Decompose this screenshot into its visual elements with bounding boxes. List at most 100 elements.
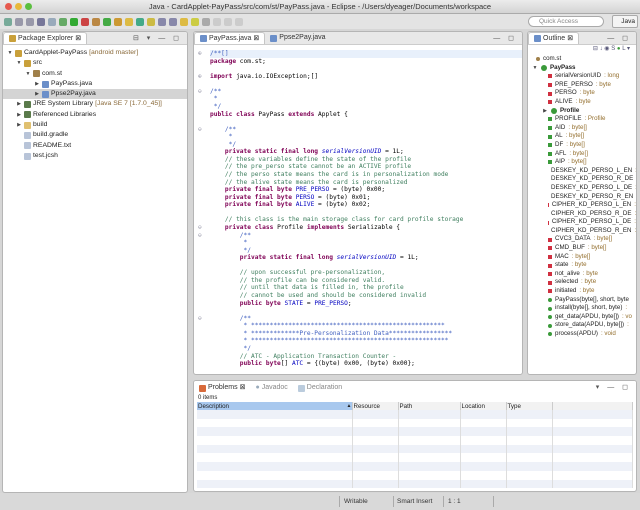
outline-item[interactable]: DESKEY_KD_PERSO_R_DE : [532,175,636,184]
outline-item[interactable]: DESKEY_KD_PERSO_L_EN : [532,167,636,176]
toolbar-button-icon[interactable] [224,17,232,26]
sort-icon[interactable]: ↓ [600,46,603,52]
outline-item[interactable]: AID : byte[] [532,124,636,133]
hide-nonpublic-icon[interactable]: ● [617,46,621,52]
toolbar-button-icon[interactable] [125,17,133,26]
outline-item[interactable]: PERSO : byte [532,89,636,98]
tab-package-explorer[interactable]: Package Explorer ⊠ [3,32,88,45]
expand-toggle-icon[interactable]: ▼ [25,69,31,79]
column-resource[interactable]: Resource [352,402,399,410]
outline-item[interactable]: CMD_BUF : byte[] [532,244,636,253]
tab-problems[interactable]: Problems ⊠ [194,382,251,394]
tab-paypass-java[interactable]: PayPass.java ⊠ [194,32,266,44]
expand-toggle-icon[interactable]: ▶ [16,120,22,130]
outline-item[interactable]: CIPHER_KD_PERSO_L_DE : [532,218,636,227]
expand-toggle-icon[interactable]: ▼ [7,48,13,58]
tree-item[interactable]: ▶ build [3,120,187,130]
outline-item[interactable]: process(APDU) : void [532,330,636,339]
outline-item[interactable]: not_alive : byte [532,270,636,279]
close-tab-icon[interactable]: ⊠ [567,33,573,45]
outline-item[interactable]: AL : byte[] [532,132,636,141]
toolbar-button-icon[interactable] [147,17,155,26]
java-perspective-button[interactable]: Java [612,15,638,28]
toolbar-button-icon[interactable] [92,17,100,26]
outline-item[interactable]: CIPHER_KD_PERSO_R_DE : [532,210,636,219]
fold-toggle-icon[interactable]: ⊖ [198,88,202,96]
outline-item[interactable]: DESKEY_KD_PERSO_R_EN : [532,193,636,202]
toolbar-button-icon[interactable] [114,17,122,26]
tree-item[interactable]: ▼ com.st [3,69,187,79]
toolbar-button-icon[interactable] [70,17,78,26]
outline-item[interactable]: ALIVE : byte [532,98,636,107]
toolbar-button-icon[interactable] [191,17,199,26]
outline-item[interactable]: CIPHER_KD_PERSO_L_EN : [532,201,636,210]
toolbar-button-icon[interactable] [158,17,166,26]
column-type[interactable]: Type [506,402,553,410]
view-controls[interactable]: ⊟ ▾ — ◻ [133,34,182,42]
tree-item[interactable]: ▼ CardApplet-PayPass [android master] [3,48,187,58]
toolbar-button-icon[interactable] [59,17,67,26]
toolbar-button-icon[interactable] [26,17,34,26]
column-description[interactable]: Description ▲ [197,402,353,410]
view-controls[interactable]: — ◻ [493,34,517,42]
toolbar-button-icon[interactable] [81,17,89,26]
expand-toggle-icon[interactable]: ▶ [16,110,22,120]
outline-item[interactable]: ▼ PayPass [532,64,636,73]
expand-toggle-icon[interactable]: ▼ [532,64,538,73]
close-window-button[interactable] [5,3,12,10]
view-menu-icon[interactable]: ▾ [627,46,630,52]
fold-toggle-icon[interactable]: ⊖ [198,232,202,240]
tree-item[interactable]: test.jcsh [3,151,187,161]
outline-item[interactable]: state : byte [532,261,636,270]
outline-item[interactable]: initiated : byte [532,287,636,296]
tree-item[interactable]: ▼ src [3,58,187,68]
toolbar-button-icon[interactable] [37,17,45,26]
tree-item[interactable]: build.gradle [3,130,187,140]
toolbar-button-icon[interactable] [169,17,177,26]
minimize-window-button[interactable] [15,3,22,10]
code-editor[interactable]: ⊕/**[] package com.st; ⊕ import java.io.IOE… [194,45,522,368]
fold-toggle-icon[interactable]: ⊕ [198,50,202,58]
outline-item[interactable]: MAC : byte[] [532,253,636,262]
fold-toggle-icon[interactable]: ⊖ [198,315,202,323]
outline-item[interactable]: PayPass(byte[], short, byte [532,296,636,305]
toolbar-button-icon[interactable] [136,17,144,26]
view-controls[interactable]: — ◻ [607,34,631,42]
tab-javadoc[interactable]: ● Javadoc [250,382,292,394]
hide-local-types-icon[interactable]: L [622,46,625,52]
tree-item[interactable]: ▶ Referenced Libraries [3,110,187,120]
expand-toggle-icon[interactable]: ▶ [34,89,40,99]
toolbar-button-icon[interactable] [15,17,23,26]
tree-item[interactable]: ▶ JRE System Library [Java SE 7 [1.7.0_45]… [3,99,187,109]
expand-toggle-icon[interactable]: ▶ [16,99,22,109]
view-controls[interactable]: ▾ — ◻ [596,383,631,391]
tab-ppse2pay-java[interactable]: Ppse2Pay.java [265,32,330,44]
outline-item[interactable]: get_data(APDU, byte[]) : vo [532,313,636,322]
outline-item[interactable]: store_data(APDU, byte[]) : [532,321,636,330]
expand-toggle-icon[interactable]: ▶ [542,107,548,116]
toolbar-button-icon[interactable] [235,17,243,26]
tab-declaration[interactable]: Declaration [293,382,347,394]
toolbar-button-icon[interactable] [48,17,56,26]
tree-item[interactable]: ▶ Ppse2Pay.java [3,89,187,100]
tree-item[interactable]: README.txt [3,141,187,151]
column-path[interactable]: Path [398,402,461,410]
outline-item[interactable]: DF : byte[] [532,141,636,150]
expand-toggle-icon[interactable]: ▼ [16,58,22,68]
hide-static-icon[interactable]: S [611,46,615,52]
tab-outline[interactable]: Outline ⊠ [528,32,580,45]
quick-access-input[interactable]: Quick Access [528,16,604,27]
outline-item[interactable]: PROFILE : Profile [532,115,636,124]
fold-toggle-icon[interactable]: ⊖ [198,126,202,134]
zoom-window-button[interactable] [25,3,32,10]
tree-item[interactable]: ▶ PayPass.java [3,79,187,89]
toolbar-button-icon[interactable] [180,17,188,26]
outline-item[interactable]: AIP : byte[] [532,158,636,167]
fold-toggle-icon[interactable]: ⊕ [198,73,202,81]
outline-item[interactable]: ▶ Profile [532,107,636,116]
outline-item[interactable]: CVC3_DATA : byte[] [532,235,636,244]
toolbar-button-icon[interactable] [4,17,12,26]
outline-item[interactable]: com.st [532,55,636,64]
outline-item[interactable]: PRE_PERSO : byte [532,81,636,90]
close-tab-icon[interactable]: ⊠ [75,33,81,45]
